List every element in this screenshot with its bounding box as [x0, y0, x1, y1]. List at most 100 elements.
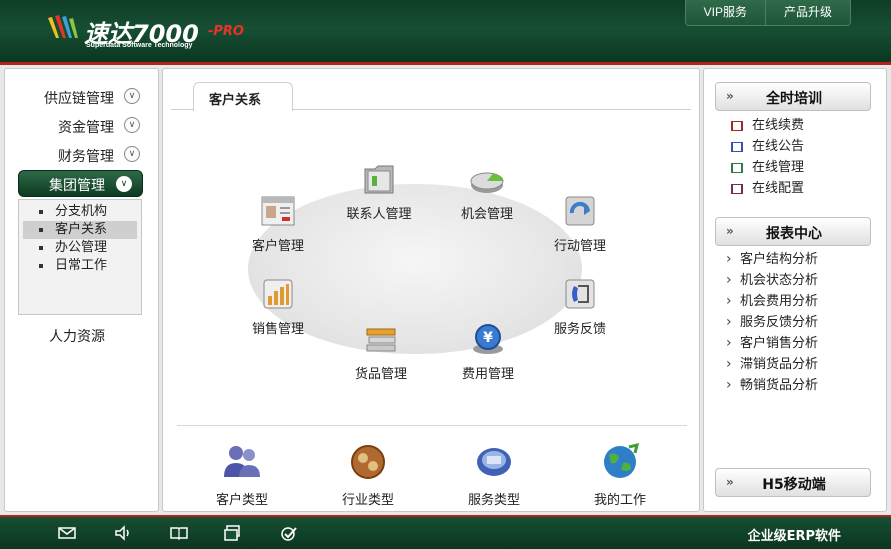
report-item[interactable]: 机会费用分析	[726, 292, 818, 311]
training-item-label: 在线配置	[752, 181, 805, 196]
module-label: 费用管理	[461, 367, 514, 382]
users-icon	[224, 446, 260, 477]
sidebar-item-hr[interactable]: 人力资源	[49, 326, 105, 346]
sidebar-item-label: 财务管理	[58, 149, 114, 165]
submenu-item-branches[interactable]: 分支机构	[23, 203, 137, 221]
report-item[interactable]: 畅销货品分析	[726, 376, 818, 395]
chevron-down-icon[interactable]: ∨	[124, 88, 140, 104]
sidebar-item-funds[interactable]: 资金管理 ∨	[5, 114, 160, 138]
module-label: 客户管理	[251, 239, 304, 254]
report-item[interactable]: 客户销售分析	[726, 334, 818, 353]
training-item-renew[interactable]: 在线续费	[730, 117, 804, 135]
report-title: 报表中心	[766, 226, 822, 242]
report-item[interactable]: 滞销货品分析	[726, 355, 818, 374]
module-contact-management[interactable]: 联系人管理	[339, 159, 419, 225]
sidebar-item-supply-chain[interactable]: 供应链管理 ∨	[5, 85, 160, 109]
training-item-config[interactable]: 在线配置	[730, 180, 804, 198]
module-customer-type[interactable]: 客户类型	[199, 441, 279, 511]
sidebar-item-finance[interactable]: 财务管理 ∨	[5, 143, 160, 167]
training-item-label: 在线续费	[752, 118, 805, 133]
chevron-down-icon[interactable]: ∨	[116, 176, 132, 192]
book-icon	[731, 184, 743, 194]
id-card-icon	[261, 196, 295, 226]
module-service-type[interactable]: 服务类型	[451, 441, 531, 511]
training-item-label: 在线公告	[752, 139, 805, 154]
service-disc-icon	[477, 448, 511, 476]
training-item-label: 在线管理	[752, 160, 805, 175]
module-industry-type[interactable]: 行业类型	[325, 441, 405, 511]
goods-stack-icon	[366, 328, 396, 352]
book-icon	[731, 121, 743, 131]
module-action-management[interactable]: 行动管理	[540, 191, 620, 257]
vip-service-button[interactable]: VIP服务	[686, 0, 765, 25]
book-icon	[731, 163, 743, 173]
footer-tagline: 企业级ERP软件	[747, 529, 841, 544]
svg-text:¥: ¥	[483, 330, 493, 346]
submenu-item-daily-work[interactable]: 日常工作	[23, 257, 137, 275]
training-item-manage[interactable]: 在线管理	[730, 159, 804, 177]
phone-icon	[565, 279, 595, 309]
product-upgrade-button[interactable]: 产品升级	[764, 0, 850, 25]
submenu-item-office[interactable]: 办公管理	[23, 239, 137, 257]
app-header: 速达7000 -PRO Superdata Software Technolog…	[0, 0, 891, 64]
report-item[interactable]: 机会状态分析	[726, 271, 818, 290]
logo: 速达7000 -PRO Superdata Software Technolog…	[46, 12, 266, 56]
sidebar-item-group-management[interactable]: 集团管理 ∨	[18, 170, 143, 197]
yen-coin-icon: ¥	[473, 324, 503, 354]
pie-chart-icon	[470, 172, 504, 193]
sidebar-item-label: 资金管理	[58, 120, 114, 136]
module-label: 销售管理	[251, 322, 304, 337]
module-label: 货品管理	[354, 367, 407, 382]
logo-mark-icon	[48, 15, 78, 38]
training-item-notice[interactable]: 在线公告	[730, 138, 804, 156]
check-icon[interactable]	[280, 525, 298, 541]
folder-icon	[364, 165, 394, 194]
chevron-down-icon[interactable]: ∨	[124, 146, 140, 162]
module-opportunity-management[interactable]: 机会管理	[447, 159, 527, 225]
module-divider	[177, 425, 687, 426]
chevron-down-icon[interactable]: ∨	[124, 117, 140, 133]
book-icon[interactable]	[170, 525, 188, 541]
module-label: 机会管理	[460, 207, 513, 222]
logo-subtitle: Superdata Software Technology	[86, 42, 193, 49]
logo-pro: -PRO	[208, 24, 244, 39]
module-expense-management[interactable]: ¥ 费用管理	[448, 319, 528, 385]
mail-icon[interactable]	[58, 525, 76, 541]
module-customer-management[interactable]: 客户管理	[238, 191, 318, 257]
report-header[interactable]: » 报表中心	[715, 217, 871, 246]
module-service-feedback[interactable]: 服务反馈	[540, 274, 620, 340]
module-label: 联系人管理	[346, 207, 412, 222]
tab-label: 客户关系	[209, 93, 262, 108]
submenu-item-customer-relations[interactable]: 客户关系	[23, 221, 137, 239]
main-panel: 客户关系 联系人管理 机会管理 客户管理 行动管理 销售管理 服务反馈 货品管理…	[162, 68, 700, 512]
training-header[interactable]: » 全时培训	[715, 82, 871, 111]
submenu: 分支机构 客户关系 办公管理 日常工作	[18, 199, 142, 315]
module-label: 我的工作	[593, 493, 646, 508]
module-my-work[interactable]: 我的工作	[577, 441, 657, 511]
book-icon	[731, 142, 743, 152]
industry-gears-icon	[351, 445, 385, 479]
bar-chart-icon	[263, 279, 293, 309]
module-sales-management[interactable]: 销售管理	[238, 274, 318, 340]
left-sidebar: 供应链管理 ∨ 资金管理 ∨ 财务管理 ∨ 集团管理 ∨ 分支机构 客户关系 办…	[4, 68, 159, 512]
mobile-title: H5移动端	[762, 477, 826, 493]
speaker-icon[interactable]	[114, 525, 132, 541]
module-label: 服务类型	[467, 493, 520, 508]
module-label: 行动管理	[553, 239, 606, 254]
sidebar-item-label: 集团管理	[49, 178, 105, 194]
header-divider	[0, 62, 891, 65]
app-footer: 企业级ERP软件	[0, 515, 891, 549]
sidebar-item-label: 供应链管理	[44, 91, 114, 107]
window-icon[interactable]	[224, 525, 242, 541]
mobile-header[interactable]: » H5移动端	[715, 468, 871, 497]
tab-customer-relations[interactable]: 客户关系	[193, 82, 293, 111]
module-label: 客户类型	[215, 493, 268, 508]
top-buttons: VIP服务 产品升级	[684, 0, 851, 26]
globe-icon	[604, 442, 640, 478]
report-item[interactable]: 服务反馈分析	[726, 313, 818, 332]
report-item[interactable]: 客户结构分析	[726, 250, 818, 269]
training-title: 全时培训	[766, 91, 822, 107]
module-goods-management[interactable]: 货品管理	[341, 319, 421, 385]
right-panel: » 全时培训 在线续费 在线公告 在线管理 在线配置 » 报表中心 客户结构分析…	[703, 68, 887, 512]
module-label: 行业类型	[341, 493, 394, 508]
